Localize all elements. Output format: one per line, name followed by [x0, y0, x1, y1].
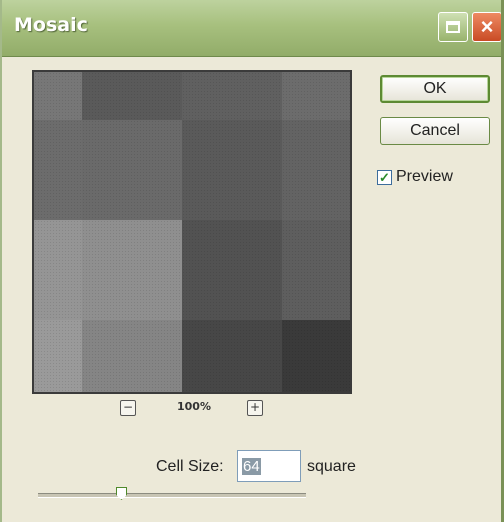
mosaic-cell: [182, 72, 282, 120]
mosaic-cell: [82, 320, 182, 392]
mosaic-cell: [34, 320, 82, 392]
mosaic-cell: [82, 220, 182, 320]
mosaic-cell: [34, 120, 82, 220]
mosaic-cell: [282, 72, 350, 120]
restore-icon: [446, 21, 460, 33]
mosaic-cell: [82, 72, 182, 120]
zoom-level: 100%: [177, 400, 211, 413]
preview-checkbox[interactable]: ✓: [377, 169, 392, 185]
mosaic-cell: [182, 320, 282, 392]
mosaic-cell: [282, 320, 350, 392]
cell-size-value: 64: [242, 457, 261, 475]
mosaic-cell: [182, 220, 282, 320]
mosaic-cell: [282, 120, 350, 220]
preview-checkbox-row[interactable]: ✓ Preview: [377, 168, 453, 186]
preview-label: Preview: [396, 168, 453, 185]
cell-size-unit: square: [307, 458, 356, 475]
minus-icon: −: [122, 400, 134, 414]
ok-button[interactable]: OK: [380, 75, 490, 103]
zoom-in-button[interactable]: +: [247, 400, 263, 416]
cell-size-slider-thumb[interactable]: [116, 487, 127, 500]
mosaic-cell: [182, 120, 282, 220]
mosaic-cell: [34, 72, 82, 120]
restore-button[interactable]: [438, 12, 468, 42]
mosaic-dialog: Mosaic × − 100% + OK Cancel ✓ Preview Ce…: [0, 0, 504, 522]
cell-size-input[interactable]: 64: [237, 450, 301, 482]
zoom-out-button[interactable]: −: [120, 400, 136, 416]
preview-canvas[interactable]: [32, 70, 352, 394]
mosaic-cell: [282, 220, 350, 320]
close-icon: ×: [480, 14, 494, 39]
dialog-title: Mosaic: [14, 14, 88, 36]
close-button[interactable]: ×: [472, 12, 501, 42]
mosaic-cell: [34, 220, 82, 320]
checkmark-icon: ✓: [379, 169, 390, 185]
mosaic-cell: [82, 120, 182, 220]
cancel-button[interactable]: Cancel: [380, 117, 490, 145]
plus-icon: +: [249, 400, 261, 414]
title-bar[interactable]: Mosaic ×: [2, 0, 501, 57]
cell-size-label: Cell Size:: [156, 458, 224, 475]
cell-size-slider-track[interactable]: [38, 493, 306, 498]
